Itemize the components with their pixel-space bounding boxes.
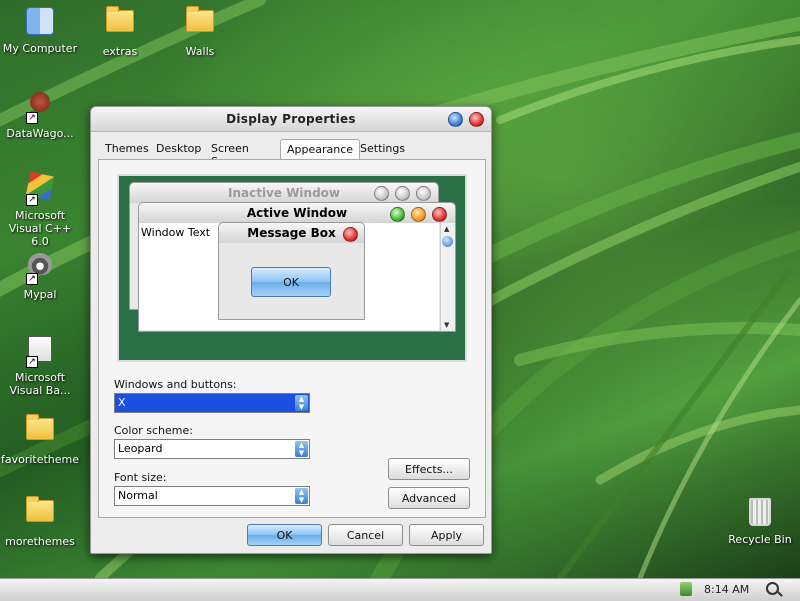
folder-icon [186,6,214,32]
inactive-window-button-icon [416,186,431,201]
window-title: Display Properties [226,112,356,126]
desktop-icon-label: My Computer [2,42,78,55]
recycle-bin-icon [749,498,771,526]
shortcut-arrow-icon: ↗ [26,273,38,285]
wagon-icon [30,92,50,112]
desktop-icon-label: morethemes [5,535,75,548]
zoom-icon [390,207,405,222]
tab-screen-saver[interactable]: Screen Saver [211,142,249,168]
desktop-icon-mypal[interactable]: ↗ Mypal [0,248,80,301]
desktop-icon-datawago[interactable]: ↗ DataWago... [0,86,80,140]
desktop-icon-walls[interactable]: Walls [160,4,240,58]
windows-buttons-label: Windows and buttons: [114,378,237,391]
color-scheme-value: Leopard [118,442,163,455]
preview-ok-button: OK [251,267,331,297]
preview-message-box: Message Box OK [218,222,365,320]
tab-desktop[interactable]: Desktop [156,142,201,159]
close-icon [432,207,447,222]
desktop-icon-label: favoritetheme [0,453,80,466]
finder-icon [26,7,54,35]
appearance-panel: Inactive Window Active Window Window Tex… [98,159,486,518]
desktop-icon-visual-basic[interactable]: ↗ Microsoft Visual Ba... [0,332,80,397]
desktop-icon-label: DataWago... [6,127,74,140]
ok-button[interactable]: OK [247,524,322,546]
shortcut-arrow-icon: ↗ [26,194,38,206]
desktop-icon-label: Walls [185,45,215,58]
windows-buttons-select[interactable]: X ▲ ▼ [114,393,310,413]
shortcut-arrow-icon: ↗ [26,356,38,368]
scroll-thumb [442,236,453,247]
tab-settings[interactable]: Settings [360,142,405,159]
clock[interactable]: 8:14 AM [704,583,749,596]
advanced-button[interactable]: Advanced [388,487,470,509]
color-scheme-label: Color scheme: [114,424,193,437]
font-size-select[interactable]: Normal ▲ ▼ [114,486,310,506]
desktop-icon-my-computer[interactable]: My Computer [0,4,80,55]
close-button[interactable] [469,112,484,127]
raccoon-icon [28,253,52,275]
taskbar: 8:14 AM [0,578,800,601]
desktop-icon-label: extras [102,45,138,58]
preview-window-text: Window Text [141,226,211,239]
windows-buttons-value: X [118,396,126,409]
search-icon[interactable] [766,582,779,595]
help-button[interactable] [448,112,463,127]
desktop-icon-label: Recycle Bin [728,533,792,546]
select-arrow-icon: ▲ ▼ [295,441,308,457]
desktop-icon-label: Mypal [23,288,57,301]
scroll-up-arrow-icon: ▲ [444,225,450,233]
shortcut-arrow-icon: ↗ [26,112,38,124]
desktop-icon-extras[interactable]: extras [80,4,160,58]
preview-scrollbar: ▲ ▼ [440,223,455,331]
scroll-down-arrow-icon: ▼ [444,321,450,329]
desktop-icon-visual-cpp[interactable]: ↗ Microsoft Visual C++ 6.0 [0,170,80,248]
tab-themes[interactable]: Themes [105,142,149,159]
preview-active-title: Active Window [139,203,455,223]
preview-inactive-title: Inactive Window [130,183,438,203]
appearance-preview: Inactive Window Active Window Window Tex… [117,174,467,362]
folder-icon [26,414,54,440]
effects-button[interactable]: Effects... [388,458,470,480]
font-size-value: Normal [118,489,158,502]
desktop-icon-morethemes[interactable]: morethemes [0,494,80,548]
window-titlebar[interactable]: Display Properties [91,107,491,132]
desktop-icon-recycle-bin[interactable]: Recycle Bin [720,494,800,546]
desktop-icon-favoritetheme[interactable]: favoritetheme [0,412,80,466]
desktop-icon-label: Microsoft Visual Ba... [9,371,71,397]
display-properties-window: Display Properties Themes Desktop Screen… [90,106,492,554]
inactive-window-button-icon [395,186,410,201]
cancel-button[interactable]: Cancel [328,524,403,546]
tab-appearance[interactable]: Appearance [280,139,361,160]
close-icon [343,227,358,242]
select-arrow-icon: ▲ ▼ [295,395,308,411]
desktop: My Computer extras Walls ↗ DataWago... ↗… [0,0,800,578]
inactive-window-button-icon [374,186,389,201]
tray-app-icon[interactable] [680,582,692,596]
desktop-icon-label: Microsoft Visual C++ 6.0 [8,209,72,248]
color-scheme-select[interactable]: Leopard ▲ ▼ [114,439,310,459]
minimize-icon [411,207,426,222]
apply-button[interactable]: Apply [409,524,484,546]
folder-icon [26,496,54,522]
select-arrow-icon: ▲ ▼ [295,488,308,504]
folder-icon [106,6,134,32]
font-size-label: Font size: [114,471,167,484]
